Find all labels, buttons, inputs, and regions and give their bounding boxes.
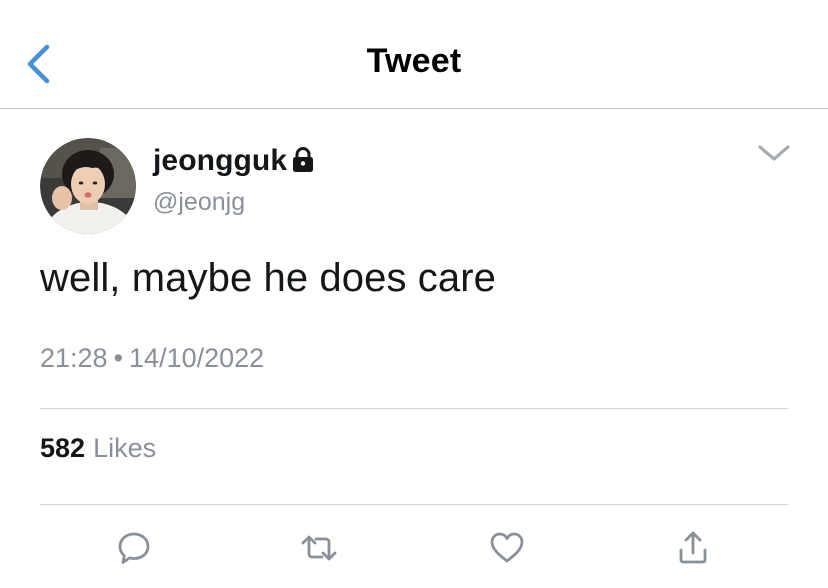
timestamp-separator: • (113, 343, 124, 373)
avatar[interactable] (40, 138, 136, 234)
share-icon (675, 529, 711, 572)
heart-icon (488, 530, 526, 571)
tweet-text: well, maybe he does care (40, 256, 496, 300)
tweet-action-bar (0, 520, 828, 580)
reply-button[interactable] (112, 528, 156, 572)
retweet-icon (299, 530, 339, 571)
tweet-timestamp: 21:28 • 14/10/2022 (40, 343, 264, 374)
tweet-detail-screen: Tweet jeongguk @jeonjg well, maybe he do… (0, 0, 828, 588)
chevron-down-icon (757, 143, 791, 168)
tweet-date: 14/10/2022 (129, 343, 265, 373)
likes-label: Likes (93, 433, 157, 463)
divider (40, 408, 788, 409)
navigation-header: Tweet (0, 0, 828, 109)
author-name-row[interactable]: jeongguk (153, 143, 315, 178)
comment-icon (115, 529, 153, 572)
like-button[interactable] (485, 528, 529, 572)
avatar-image (40, 138, 136, 234)
share-button[interactable] (671, 528, 715, 572)
author-handle[interactable]: @jeonjg (153, 188, 245, 217)
page-title: Tweet (366, 42, 462, 80)
more-options-button[interactable] (756, 142, 792, 168)
divider (40, 504, 788, 505)
tweet-time: 21:28 (40, 343, 108, 373)
retweet-button[interactable] (297, 528, 341, 572)
author-display-name[interactable]: jeongguk (153, 144, 287, 178)
likes-count: 582 (40, 433, 86, 463)
likes-stat[interactable]: 582 Likes (40, 433, 156, 464)
lock-icon (291, 147, 315, 178)
